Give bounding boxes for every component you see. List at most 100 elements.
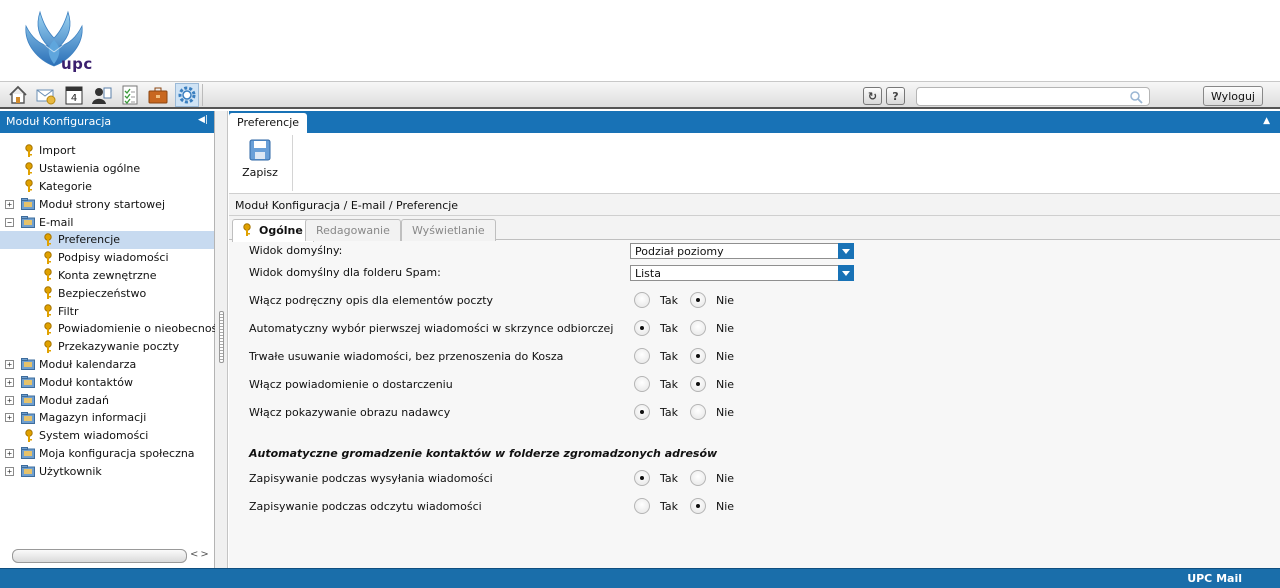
tree-item[interactable]: − E-mail xyxy=(0,213,214,231)
view-select[interactable]: Podział poziomy xyxy=(630,243,854,259)
expand-icon[interactable]: + xyxy=(5,466,14,476)
tree-item[interactable]: Powiadomienie o nieobecności xyxy=(0,320,226,338)
chevron-down-icon[interactable] xyxy=(838,265,854,281)
radio-yes[interactable] xyxy=(634,498,650,514)
tab-preferences[interactable]: Preferencje xyxy=(229,113,308,133)
folder-icon xyxy=(21,198,35,211)
section-title: Automatyczne gromadzenie kontaktów w fol… xyxy=(249,447,718,460)
tree-item[interactable]: + Magazyn informacji xyxy=(0,409,214,427)
folder-icon xyxy=(21,216,35,229)
config-tree: Import Ustawienia ogólne Kategorie + Moduł s… xyxy=(0,133,226,480)
horizontal-scrollbar[interactable] xyxy=(12,549,187,563)
radio-yes[interactable] xyxy=(634,376,650,392)
tab-compose[interactable]: Redagowanie xyxy=(305,219,401,241)
tree-item[interactable]: System wiadomości xyxy=(0,427,214,445)
expand-icon[interactable]: + xyxy=(5,395,14,405)
tree-item[interactable]: Bezpieczeństwo xyxy=(0,284,214,302)
home-icon[interactable] xyxy=(6,83,30,107)
key-icon xyxy=(43,322,53,336)
floppy-disk-icon xyxy=(249,139,271,161)
briefcase-icon[interactable] xyxy=(146,83,170,107)
radio-yes[interactable] xyxy=(634,320,650,336)
tree-item[interactable]: + Moduł kontaktów xyxy=(0,373,214,391)
tree-item[interactable]: Przekazywanie poczty xyxy=(0,338,214,356)
contacts-icon[interactable] xyxy=(90,83,114,107)
tree-item-label: Moduł kalendarza xyxy=(39,357,137,371)
tasks-icon[interactable] xyxy=(118,83,142,107)
tab-general-label: Ogólne xyxy=(259,224,303,237)
search-input[interactable] xyxy=(923,89,1123,104)
radio-yes[interactable] xyxy=(634,470,650,486)
expand-icon[interactable]: + xyxy=(5,448,14,458)
splitter-grip[interactable] xyxy=(219,311,224,363)
radio-no[interactable] xyxy=(690,498,706,514)
expand-icon[interactable]: + xyxy=(5,199,14,209)
radio-no[interactable] xyxy=(690,320,706,336)
toolbar-divider xyxy=(202,84,203,106)
folder-icon xyxy=(21,447,35,460)
save-button[interactable]: Zapisz xyxy=(235,135,293,191)
footer-brand: UPC Mail xyxy=(1187,572,1242,585)
collapse-panel-icon[interactable]: ◀| xyxy=(198,115,208,125)
tree-item[interactable]: + Użytkownik xyxy=(0,462,214,480)
key-icon xyxy=(43,250,53,265)
tree-item[interactable]: Konta zewnętrzne xyxy=(0,267,214,285)
radio-yes[interactable] xyxy=(634,348,650,364)
radio-yes-label: Tak xyxy=(660,406,679,419)
tree-item[interactable]: + Moduł zadań xyxy=(0,391,214,409)
collapse-icon[interactable]: − xyxy=(5,217,14,227)
tree-item[interactable]: Import xyxy=(0,142,214,160)
search-icon[interactable] xyxy=(1129,90,1143,104)
tree-item-label: Powiadomienie o nieobecności xyxy=(58,322,227,336)
radio-yes[interactable] xyxy=(634,404,650,420)
expand-icon[interactable]: + xyxy=(5,377,14,387)
panel-splitter[interactable] xyxy=(215,111,228,568)
logout-button[interactable]: Wyloguj xyxy=(1203,86,1263,106)
mail-icon[interactable] xyxy=(34,83,58,107)
radio-no[interactable] xyxy=(690,404,706,420)
tree-item[interactable]: Ustawienia ogólne xyxy=(0,160,214,178)
app-footer: UPC Mail xyxy=(0,568,1280,588)
key-icon xyxy=(243,223,251,236)
scroll-arrows[interactable]: <> xyxy=(190,549,211,560)
radio-no-label: Nie xyxy=(716,500,735,513)
radio-yes[interactable] xyxy=(634,292,650,308)
main-toolbar: 4 ↻ ? Wyloguj xyxy=(0,82,1280,109)
main-tabbar: Preferencje ▲ xyxy=(229,111,1280,133)
tree-item[interactable]: + Moduł kalendarza xyxy=(0,356,214,374)
select-value: Podział poziomy xyxy=(635,245,724,258)
tree-item[interactable]: Podpisy wiadomości xyxy=(0,249,214,267)
help-button[interactable]: ? xyxy=(886,87,905,105)
expand-icon[interactable]: + xyxy=(5,413,14,423)
tree-item[interactable]: Kategorie xyxy=(0,178,214,196)
tree-item-label: Ustawienia ogólne xyxy=(39,162,141,176)
collapse-up-icon[interactable]: ▲ xyxy=(1263,116,1270,126)
select-label: Widok domyślny dla folderu Spam: xyxy=(249,266,441,279)
tree-item[interactable]: Filtr xyxy=(0,302,214,320)
key-icon xyxy=(43,286,53,300)
radio-no[interactable] xyxy=(690,348,706,364)
tree-item-label: Moja konfiguracja społeczna xyxy=(39,446,195,460)
tree-item[interactable]: + Moja konfiguracja społeczna xyxy=(0,445,214,463)
radio-no-label: Nie xyxy=(716,472,735,485)
tab-general[interactable]: Ogólne xyxy=(232,219,314,242)
tree-item-label: Moduł strony startowej xyxy=(39,197,166,211)
tree-item[interactable]: + Moduł strony startowej xyxy=(0,195,214,213)
key-icon xyxy=(43,339,53,354)
radio-no[interactable] xyxy=(690,376,706,392)
key-icon xyxy=(43,304,53,318)
tree-item[interactable]: Preferencje xyxy=(0,230,214,249)
tab-display[interactable]: Wyświetlanie xyxy=(401,219,496,241)
folder-icon xyxy=(21,358,35,371)
radio-no[interactable] xyxy=(690,470,706,486)
settings-icon[interactable] xyxy=(175,83,199,107)
app-header: upc xyxy=(0,0,1280,82)
radio-no-label: Nie xyxy=(716,378,735,391)
radio-no[interactable] xyxy=(690,292,706,308)
refresh-button[interactable]: ↻ xyxy=(863,87,882,105)
view-select[interactable]: Lista xyxy=(630,265,854,281)
calendar-icon[interactable]: 4 xyxy=(62,83,86,107)
expand-icon[interactable]: + xyxy=(5,359,14,369)
chevron-down-icon[interactable] xyxy=(838,243,854,259)
radio-no-label: Nie xyxy=(716,350,735,363)
